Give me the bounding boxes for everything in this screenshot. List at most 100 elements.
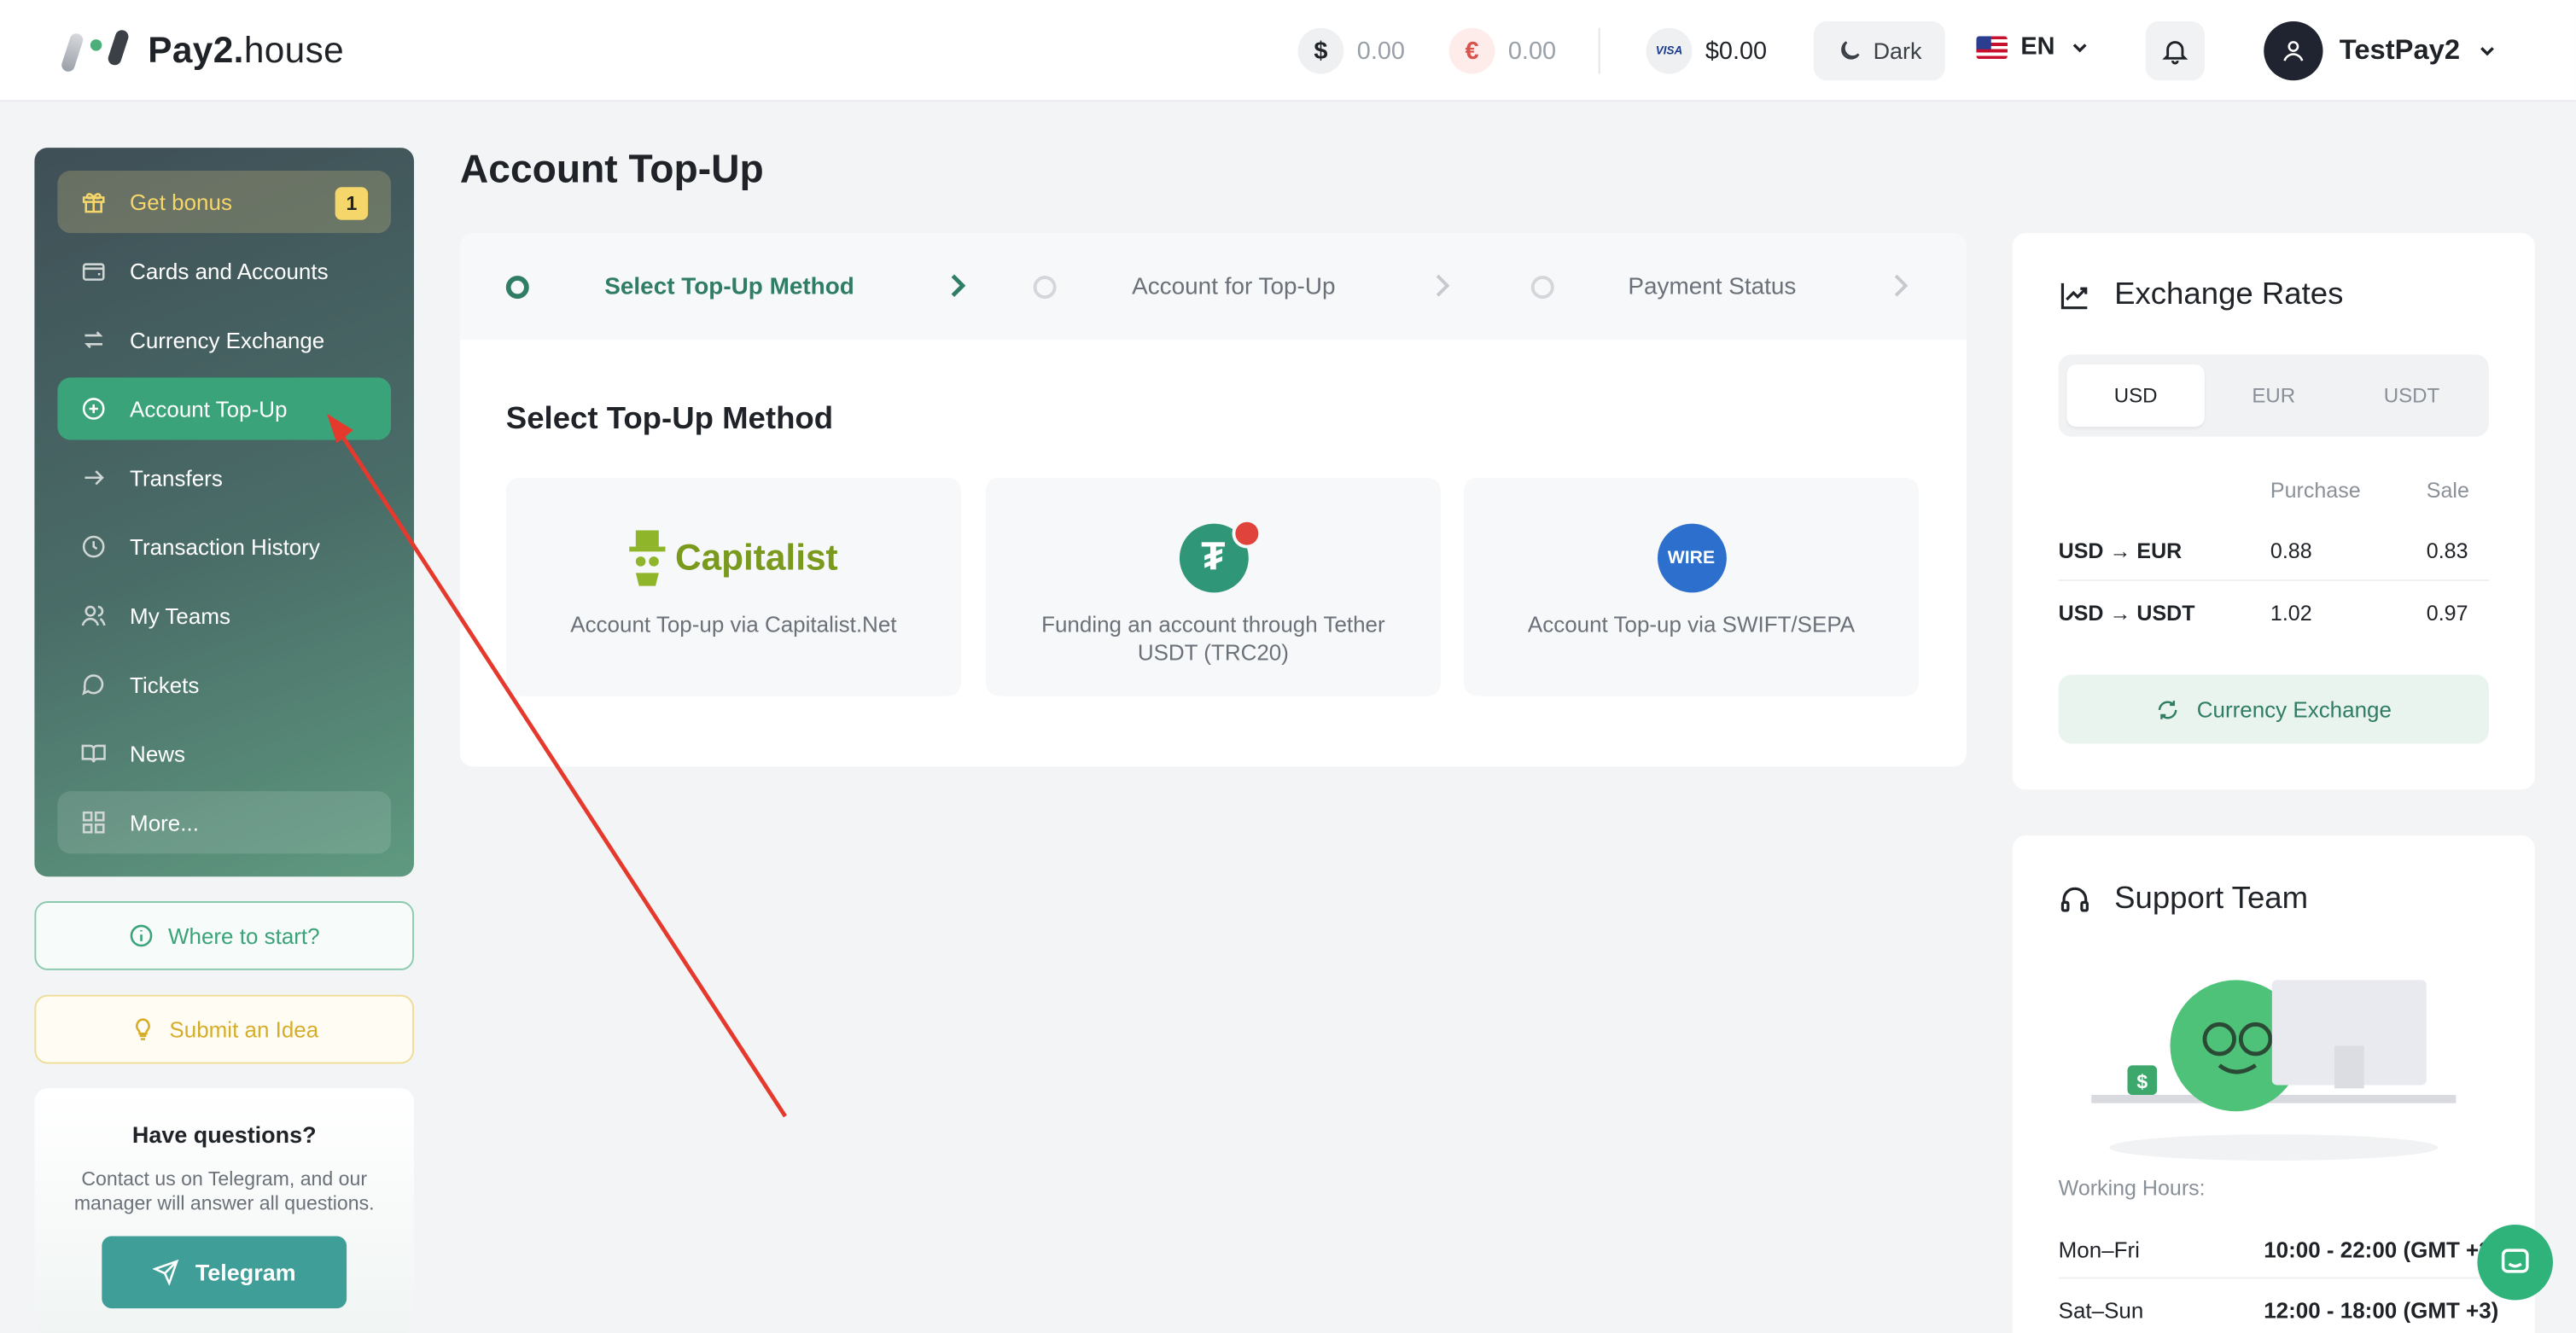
sidebar-item-label: Get bonus (130, 189, 232, 215)
tron-icon (1231, 518, 1262, 549)
logo-mark-icon (60, 26, 131, 76)
wire-logo-text: WIRE (1657, 523, 1726, 593)
chat-icon (2501, 1249, 2529, 1273)
method-card-tether[interactable]: ₮ Funding an account through Tether USDT… (985, 477, 1441, 696)
sidebar-item-label: Cards and Accounts (130, 258, 329, 283)
top-hat-icon (629, 530, 666, 586)
avatar (2264, 21, 2323, 81)
theme-toggle-button[interactable]: Dark (1813, 21, 1945, 81)
step-indicator-icon (1033, 275, 1057, 299)
column-header-sale: Sale (2426, 477, 2469, 503)
sidebar-item-transfers[interactable]: Transfers (57, 446, 391, 509)
exchange-rates-card: Exchange Rates USD EUR USDT Purchase Sal… (2012, 233, 2535, 790)
rate-sale: 0.97 (2426, 601, 2468, 626)
hours-days: Sat–Sun (2058, 1298, 2144, 1324)
method-card-capitalist[interactable]: Capitalist Account Top-up via Capitalist… (505, 477, 961, 696)
tether-logo: ₮ (986, 518, 1441, 593)
rate-row: USD → EUR 0.88 0.83 (2058, 519, 2489, 581)
user-menu[interactable]: TestPay2 (2264, 21, 2499, 81)
tab-usd[interactable]: USD (2066, 364, 2205, 428)
logo-text: Pay2.house (148, 29, 345, 71)
working-hours-row: Mon–Fri 10:00 - 22:00 (GMT +3) (2058, 1218, 2498, 1279)
gift-icon (82, 193, 105, 213)
sidebar-item-get-bonus[interactable]: Get bonus 1 (57, 171, 392, 234)
sidebar-nav: Get bonus 1 Cards and Accounts Currency … (34, 148, 415, 877)
hours-time: 10:00 - 22:00 (GMT +3) (2264, 1237, 2499, 1263)
submit-idea-label: Submit an Idea (169, 1016, 319, 1042)
sidebar-item-tickets[interactable]: Tickets (57, 654, 391, 716)
working-hours-row: Sat–Sun 12:00 - 18:00 (GMT +3) (2058, 1278, 2499, 1333)
step-label: Payment Status (1628, 273, 1797, 300)
sidebar-item-news[interactable]: News (57, 722, 391, 784)
eur-balance: € 0.00 (1448, 27, 1556, 74)
sidebar-item-my-teams[interactable]: My Teams (57, 585, 391, 647)
headphones-icon (2060, 887, 2089, 912)
method-label: Account Top-up via SWIFT/SEPA (1527, 612, 1856, 637)
step-indicator-icon (1530, 275, 1554, 299)
sidebar-item-label: Account Top-Up (130, 396, 288, 422)
step-label: Select Top-Up Method (604, 273, 854, 300)
step-account-for-top-up[interactable]: Account for Top-Up (1033, 233, 1336, 340)
tab-eur[interactable]: EUR (2205, 364, 2343, 427)
submit-idea-button[interactable]: Submit an Idea (34, 994, 415, 1064)
sidebar-item-label: Tickets (130, 672, 200, 697)
sidebar-item-account-top-up[interactable]: Account Top-Up (57, 377, 392, 440)
tether-logo-text: ₮ (1201, 535, 1226, 580)
card-balance[interactable]: VISA $0.00 (1646, 27, 1768, 74)
step-label: Account for Top-Up (1132, 273, 1336, 300)
username: TestPay2 (2339, 34, 2461, 66)
step-payment-status[interactable]: Payment Status (1530, 233, 1797, 340)
euro-icon: € (1448, 27, 1495, 74)
chevron-right-icon (1436, 274, 1450, 297)
language-code: EN (2020, 32, 2055, 61)
plus-circle-icon (82, 398, 105, 420)
arrow-right-icon (85, 470, 104, 486)
lightbulb-icon (136, 1018, 150, 1040)
dollar-sign-mark: $ (2136, 1070, 2148, 1092)
card-balance-amount: $0.00 (1705, 37, 1768, 65)
page-title: Account Top-Up (459, 148, 764, 193)
capitalist-logo-text: Capitalist (675, 537, 838, 579)
currency-tabs: USD EUR USDT (2058, 354, 2489, 437)
chevron-right-icon (1894, 274, 1909, 297)
currency-exchange-button[interactable]: Currency Exchange (2058, 674, 2489, 744)
theme-toggle-label: Dark (1873, 38, 1922, 65)
step-select-method[interactable]: Select Top-Up Method (505, 233, 854, 340)
users-icon (81, 605, 106, 626)
dollar-icon: $ (1297, 27, 1344, 74)
trending-up-icon (2060, 282, 2088, 310)
capitalist-logo: Capitalist (506, 524, 961, 593)
rate-purchase: 1.02 (2270, 601, 2312, 626)
sidebar-item-label: Transaction History (130, 534, 320, 559)
support-team-card: Support Team $ Working Hours: Mon–Fri 10… (2012, 835, 2535, 1333)
info-icon (131, 924, 154, 947)
sidebar-item-label: News (130, 741, 186, 766)
method-card-wire[interactable]: WIRE Account Top-up via SWIFT/SEPA (1463, 477, 1920, 696)
telegram-button[interactable]: Telegram (102, 1236, 347, 1309)
notifications-button[interactable] (2145, 21, 2205, 81)
tab-usdt[interactable]: USDT (2343, 364, 2481, 427)
live-chat-button[interactable] (2477, 1225, 2553, 1301)
top-up-card: Select Top-Up Method Account for Top-Up … (459, 233, 1967, 767)
book-open-icon (81, 744, 106, 763)
sidebar-item-label: More... (130, 810, 199, 835)
where-to-start-button[interactable]: Where to start? (34, 901, 415, 970)
chat-bubble-icon (82, 674, 104, 696)
help-card: Have questions? Contact us on Telegram, … (34, 1088, 415, 1333)
telegram-label: Telegram (195, 1259, 296, 1286)
language-selector[interactable]: EN (1976, 32, 2090, 61)
usd-balance: $ 0.00 (1297, 27, 1405, 74)
exchange-rates-title: Exchange Rates (2114, 277, 2344, 312)
sidebar-item-cards-and-accounts[interactable]: Cards and Accounts (57, 240, 391, 302)
stepper: Select Top-Up Method Account for Top-Up … (459, 233, 1967, 341)
working-hours-label: Working Hours: (2058, 1175, 2206, 1201)
top-header: Pay2.house $ 0.00 € 0.00 VISA $0.00 Dark… (0, 0, 2576, 102)
us-flag-icon (1976, 35, 2008, 59)
refresh-icon (2159, 700, 2177, 719)
brand-logo[interactable]: Pay2.house (60, 26, 345, 76)
sidebar-item-more[interactable]: More... (57, 791, 392, 854)
grid-icon (82, 811, 105, 834)
where-to-start-label: Where to start? (167, 923, 320, 948)
sidebar-item-currency-exchange[interactable]: Currency Exchange (57, 309, 391, 371)
sidebar-item-transaction-history[interactable]: Transaction History (57, 515, 391, 578)
